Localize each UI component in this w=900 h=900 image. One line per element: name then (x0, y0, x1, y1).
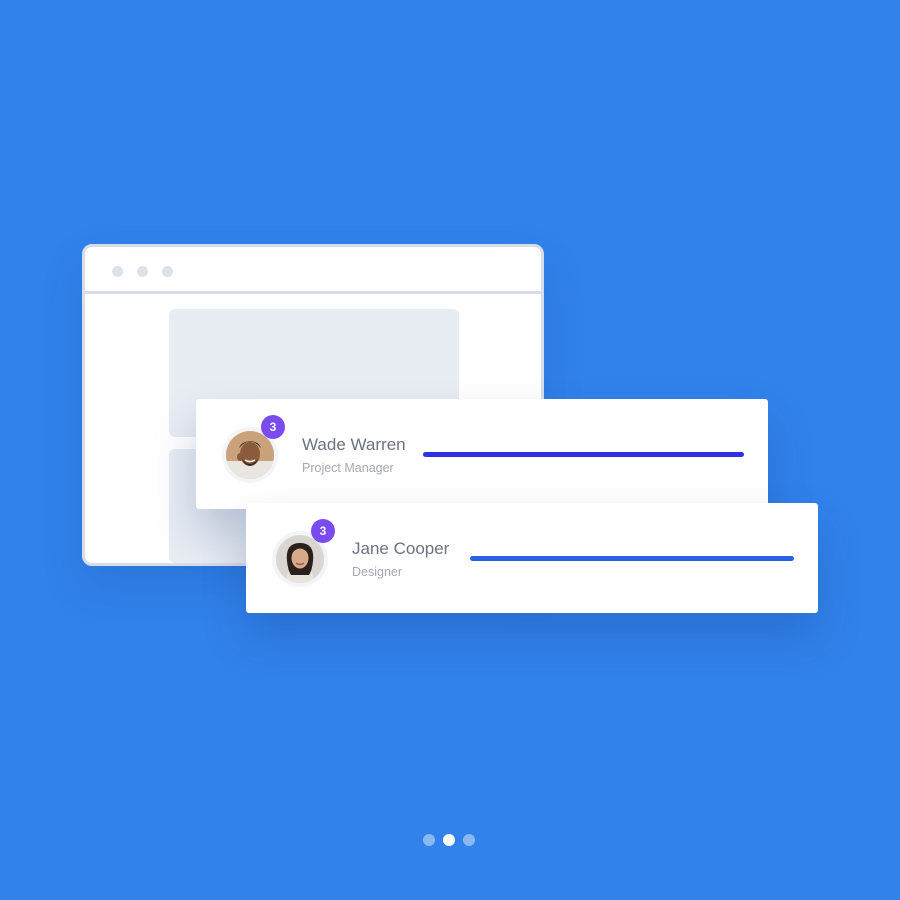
avatar (276, 535, 324, 583)
user-name: Jane Cooper (352, 539, 450, 558)
notification-badge: 3 (261, 415, 285, 439)
window-control-dot (137, 266, 148, 277)
user-role: Designer (352, 565, 403, 579)
pagination-dot[interactable] (423, 834, 435, 846)
progress-bar (470, 556, 794, 561)
notification-badge: 3 (311, 519, 335, 543)
pagination-dot[interactable] (443, 834, 455, 846)
user-name: Wade Warren (302, 435, 406, 454)
progress-bar (423, 452, 744, 457)
browser-title-bar (85, 247, 541, 294)
user-role: Project Manager (302, 461, 394, 475)
pagination-dot[interactable] (463, 834, 475, 846)
avatar (226, 431, 274, 479)
user-card[interactable]: 3 Jane Cooper Designer (246, 503, 818, 613)
window-control-dot (162, 266, 173, 277)
avatar-photo-icon (276, 535, 324, 583)
carousel-pagination (423, 834, 483, 846)
window-control-dot (112, 266, 123, 277)
stage: 3 Wade Warren Project Manager 3 Jane Coo… (0, 0, 900, 900)
progress-fill (423, 452, 744, 457)
avatar-photo-icon (226, 431, 274, 479)
user-card[interactable]: 3 Wade Warren Project Manager (196, 399, 768, 509)
progress-fill (470, 556, 794, 561)
